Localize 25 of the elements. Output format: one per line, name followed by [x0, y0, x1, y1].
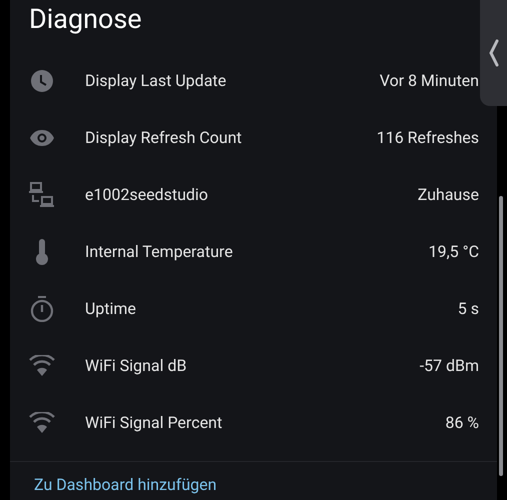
entity-value: 5 s [458, 298, 479, 320]
side-panel-handle[interactable] [480, 0, 507, 106]
add-to-dashboard-link[interactable]: Zu Dashboard hinzufügen [34, 475, 497, 495]
entity-value: 19,5 °C [428, 240, 479, 262]
entity-value: -57 dBm [420, 354, 479, 376]
entity-value: Zuhause [418, 184, 479, 206]
entity-name: Display Refresh Count [85, 126, 242, 148]
chevron-left-icon [488, 39, 498, 67]
section-title: Diagnose [29, 2, 143, 37]
wifi-icon [29, 412, 55, 434]
thermometer-icon [36, 238, 48, 264]
entity-name: WiFi Signal dB [85, 354, 187, 376]
stopwatch-icon [30, 296, 54, 322]
eye-icon [29, 128, 55, 146]
entity-name: e1002seedstudio [85, 184, 208, 206]
entity-name: WiFi Signal Percent [85, 412, 222, 434]
entity-value: 86 % [445, 412, 479, 434]
clock-icon [30, 68, 54, 92]
wifi-icon [29, 354, 55, 376]
network-icon [29, 182, 55, 208]
entity-value: Vor 8 Minuten [380, 70, 479, 92]
entity-name: Display Last Update [85, 70, 226, 92]
entity-name: Internal Temperature [85, 240, 233, 262]
entity-name: Uptime [85, 298, 136, 320]
entity-value: 116 Refreshes [376, 126, 479, 148]
